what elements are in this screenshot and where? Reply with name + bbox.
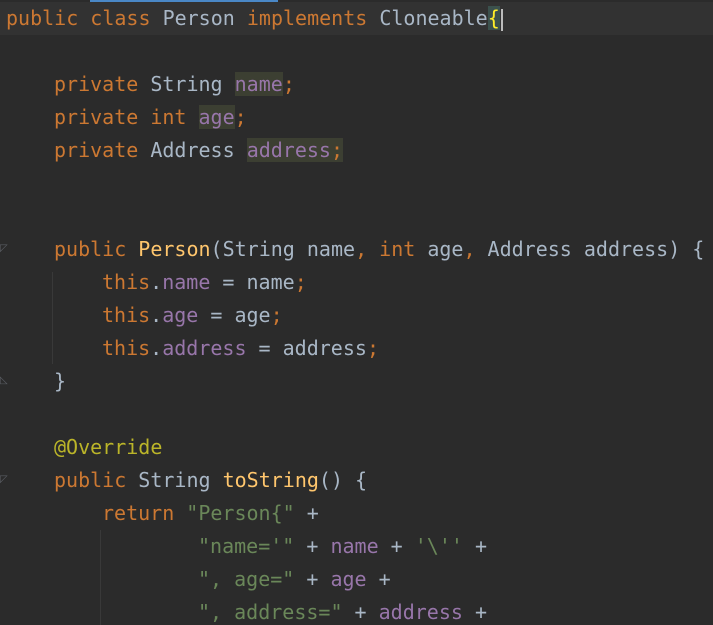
indent-guide xyxy=(100,530,101,625)
keyword: public xyxy=(54,468,127,492)
dot: . xyxy=(150,336,163,360)
type-name: String xyxy=(222,237,295,261)
string-literal: ", address=" xyxy=(198,600,343,624)
keyword: private xyxy=(54,72,139,96)
field-name: address xyxy=(162,336,247,360)
constructor-name: Person xyxy=(138,237,211,261)
keyword: return xyxy=(102,501,175,525)
matched-brace: { xyxy=(487,6,500,30)
param-name: address xyxy=(282,336,367,360)
code-line[interactable]: ", age=" + age + xyxy=(0,563,391,596)
class-name: Person xyxy=(162,6,235,30)
keyword: implements xyxy=(246,6,368,30)
field-name: address xyxy=(378,600,463,624)
param-name: address xyxy=(583,237,669,261)
type-name: int xyxy=(150,105,187,129)
assign: = xyxy=(210,270,247,294)
code-line[interactable]: this.name = name; xyxy=(0,266,307,299)
paren-brace: () { xyxy=(318,468,368,492)
code-line[interactable]: private String name; xyxy=(0,68,295,101)
interface-name: Cloneable xyxy=(379,6,488,30)
keyword: class xyxy=(90,6,151,30)
field-name: name xyxy=(330,534,379,558)
code-line[interactable]: public Person(String name, int age, Addr… xyxy=(0,233,704,266)
field-name: name xyxy=(234,72,283,96)
code-line[interactable]: private Address address; xyxy=(0,134,344,167)
field-name: age xyxy=(198,105,235,129)
field-name: age xyxy=(330,567,367,591)
semicolon: ; xyxy=(234,105,247,129)
code-line[interactable]: @Override xyxy=(0,431,162,464)
semicolon: ; xyxy=(330,138,344,162)
code-line[interactable]: return "Person{" + xyxy=(0,497,319,530)
paren: ( xyxy=(210,237,223,261)
semicolon: ; xyxy=(270,303,283,327)
param-name: age xyxy=(427,237,464,261)
dot: . xyxy=(150,270,163,294)
semicolon: ; xyxy=(282,72,295,96)
method-name: toString xyxy=(222,468,319,492)
this-keyword: this xyxy=(102,270,151,294)
keyword: public xyxy=(54,237,127,261)
type-name: String xyxy=(138,468,211,492)
code-line[interactable]: this.age = age; xyxy=(0,299,283,332)
plus-operator: + xyxy=(294,567,331,591)
this-keyword: this xyxy=(102,336,151,360)
assign: = xyxy=(246,336,283,360)
code-line[interactable]: ", address=" + address + xyxy=(0,596,487,625)
plus-operator: + xyxy=(294,501,319,525)
code-line[interactable]: "name='" + name + '\'' + xyxy=(0,530,487,563)
keyword: private xyxy=(54,105,139,129)
type-name: String xyxy=(150,72,223,96)
plus-operator: + xyxy=(366,567,391,591)
string-literal: ", age=" xyxy=(198,567,295,591)
param-name: name xyxy=(246,270,295,294)
code-line[interactable]: public String toString() { xyxy=(0,464,367,497)
param-name: age xyxy=(234,303,271,327)
comma: , xyxy=(355,237,368,261)
field-name: age xyxy=(162,303,199,327)
annotation: @Override xyxy=(54,435,163,459)
code-editor[interactable]: ◸ ◺ ◸ public class Person implements Clo… xyxy=(0,0,713,625)
code-line[interactable]: public class Person implements Cloneable… xyxy=(0,2,713,35)
plus-operator: + xyxy=(342,600,379,624)
keyword: public xyxy=(6,6,79,30)
comma: , xyxy=(463,237,476,261)
code-line[interactable]: } xyxy=(0,365,66,398)
plus-operator: + xyxy=(462,600,488,624)
text-caret xyxy=(500,8,503,31)
string-literal: "name='" xyxy=(198,534,295,558)
plus-operator: + xyxy=(294,534,331,558)
semicolon: ; xyxy=(294,270,307,294)
semicolon: ; xyxy=(366,336,379,360)
string-literal: "Person{" xyxy=(186,501,295,525)
char-literal: '\'' xyxy=(414,534,463,558)
keyword: private xyxy=(54,138,139,162)
code-line[interactable]: private int age; xyxy=(0,101,247,134)
plus-operator: + xyxy=(378,534,415,558)
this-keyword: this xyxy=(102,303,151,327)
plus-operator: + xyxy=(462,534,488,558)
code-line[interactable]: this.address = address; xyxy=(0,332,379,365)
field-name: address xyxy=(246,138,331,162)
type-name: Address xyxy=(150,138,235,162)
param-name: name xyxy=(306,237,356,261)
assign: = xyxy=(198,303,235,327)
type-name: int xyxy=(379,237,416,261)
paren-brace: ) { xyxy=(668,237,705,261)
indent-guide xyxy=(52,272,53,364)
dot: . xyxy=(150,303,163,327)
field-name: name xyxy=(162,270,211,294)
type-name: Address xyxy=(487,237,572,261)
closing-brace: } xyxy=(54,369,67,393)
